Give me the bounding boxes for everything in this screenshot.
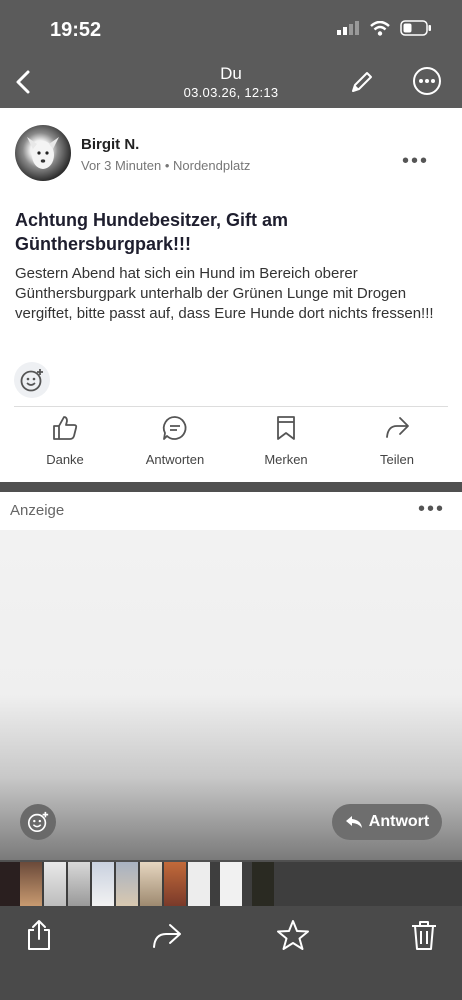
star-icon[interactable] <box>276 918 310 952</box>
thumbnail[interactable] <box>44 862 66 906</box>
post-card: Birgit N. Vor 3 Minuten • Nordendplatz •… <box>0 108 462 482</box>
divider <box>14 406 448 407</box>
thumbnail[interactable] <box>68 862 90 906</box>
antworten-button[interactable]: Antworten <box>130 414 220 467</box>
add-emoji-icon[interactable] <box>14 362 50 398</box>
author-name[interactable]: Birgit N. <box>81 136 139 153</box>
conversation-date: 03.03.26, 12:13 <box>183 85 279 100</box>
share-icon[interactable] <box>22 918 56 952</box>
trash-icon[interactable] <box>407 918 441 952</box>
post-actions: Danke Antworten Merken Teilen <box>0 414 462 474</box>
thumbnail[interactable] <box>92 862 114 906</box>
ad-header: Anzeige ••• <box>0 492 462 530</box>
merken-button[interactable]: Merken <box>241 414 331 467</box>
conversation-title: Du <box>220 64 242 83</box>
thumbnail[interactable] <box>116 862 138 906</box>
thumbnail[interactable] <box>220 862 242 906</box>
thumbnail[interactable] <box>188 862 210 906</box>
add-emoji-icon <box>27 811 49 833</box>
status-time: 19:52 <box>50 19 102 41</box>
thumbnail[interactable] <box>0 862 22 906</box>
ad-more-icon[interactable]: ••• <box>418 498 445 521</box>
thumbnail[interactable] <box>252 862 274 906</box>
danke-button[interactable]: Danke <box>20 414 110 467</box>
dog-avatar-image <box>27 137 59 169</box>
teilen-label: Teilen <box>380 452 414 467</box>
chat-bubble-icon <box>162 416 187 440</box>
reply-label: Antwort <box>368 813 430 830</box>
reply-arrow-icon <box>345 816 362 828</box>
thumbs-up-icon <box>53 416 78 440</box>
thumbnail[interactable] <box>164 862 186 906</box>
post-body: Gestern Abend hat sich ein Hund im Berei… <box>15 265 434 322</box>
post-meta: Vor 3 Minuten • Nordendplatz <box>81 158 251 173</box>
share-arrow-icon <box>386 417 409 438</box>
wifi-icon <box>370 20 390 36</box>
merken-label: Merken <box>264 452 308 467</box>
thumbnail[interactable] <box>140 862 162 906</box>
post-more-icon[interactable]: ••• <box>402 150 429 173</box>
danke-label: Danke <box>46 452 84 467</box>
more-circle-icon[interactable] <box>412 66 442 96</box>
forward-icon[interactable] <box>150 918 184 952</box>
top-navigation: Du 03.03.26, 12:13 <box>0 56 462 108</box>
teilen-button[interactable]: Teilen <box>352 414 442 467</box>
battery-icon <box>400 20 431 36</box>
author-avatar[interactable] <box>15 125 71 181</box>
reply-button[interactable]: Antwort <box>332 804 442 840</box>
pencil-icon[interactable] <box>348 68 376 96</box>
react-emoji-button[interactable] <box>20 804 56 840</box>
post-title: Achtung Hundebesitzer, Gift am Günthersb… <box>15 210 289 254</box>
antworten-label: Antworten <box>145 452 205 467</box>
thumbnail-strip[interactable] <box>0 862 462 906</box>
status-bar: 19:52 <box>0 0 462 56</box>
thumbnail[interactable] <box>20 862 42 906</box>
signal-icon <box>337 21 359 35</box>
bookmark-icon <box>277 416 295 440</box>
status-icons <box>336 20 432 36</box>
ad-label: Anzeige <box>10 502 65 519</box>
bottom-toolbar <box>0 906 462 1000</box>
